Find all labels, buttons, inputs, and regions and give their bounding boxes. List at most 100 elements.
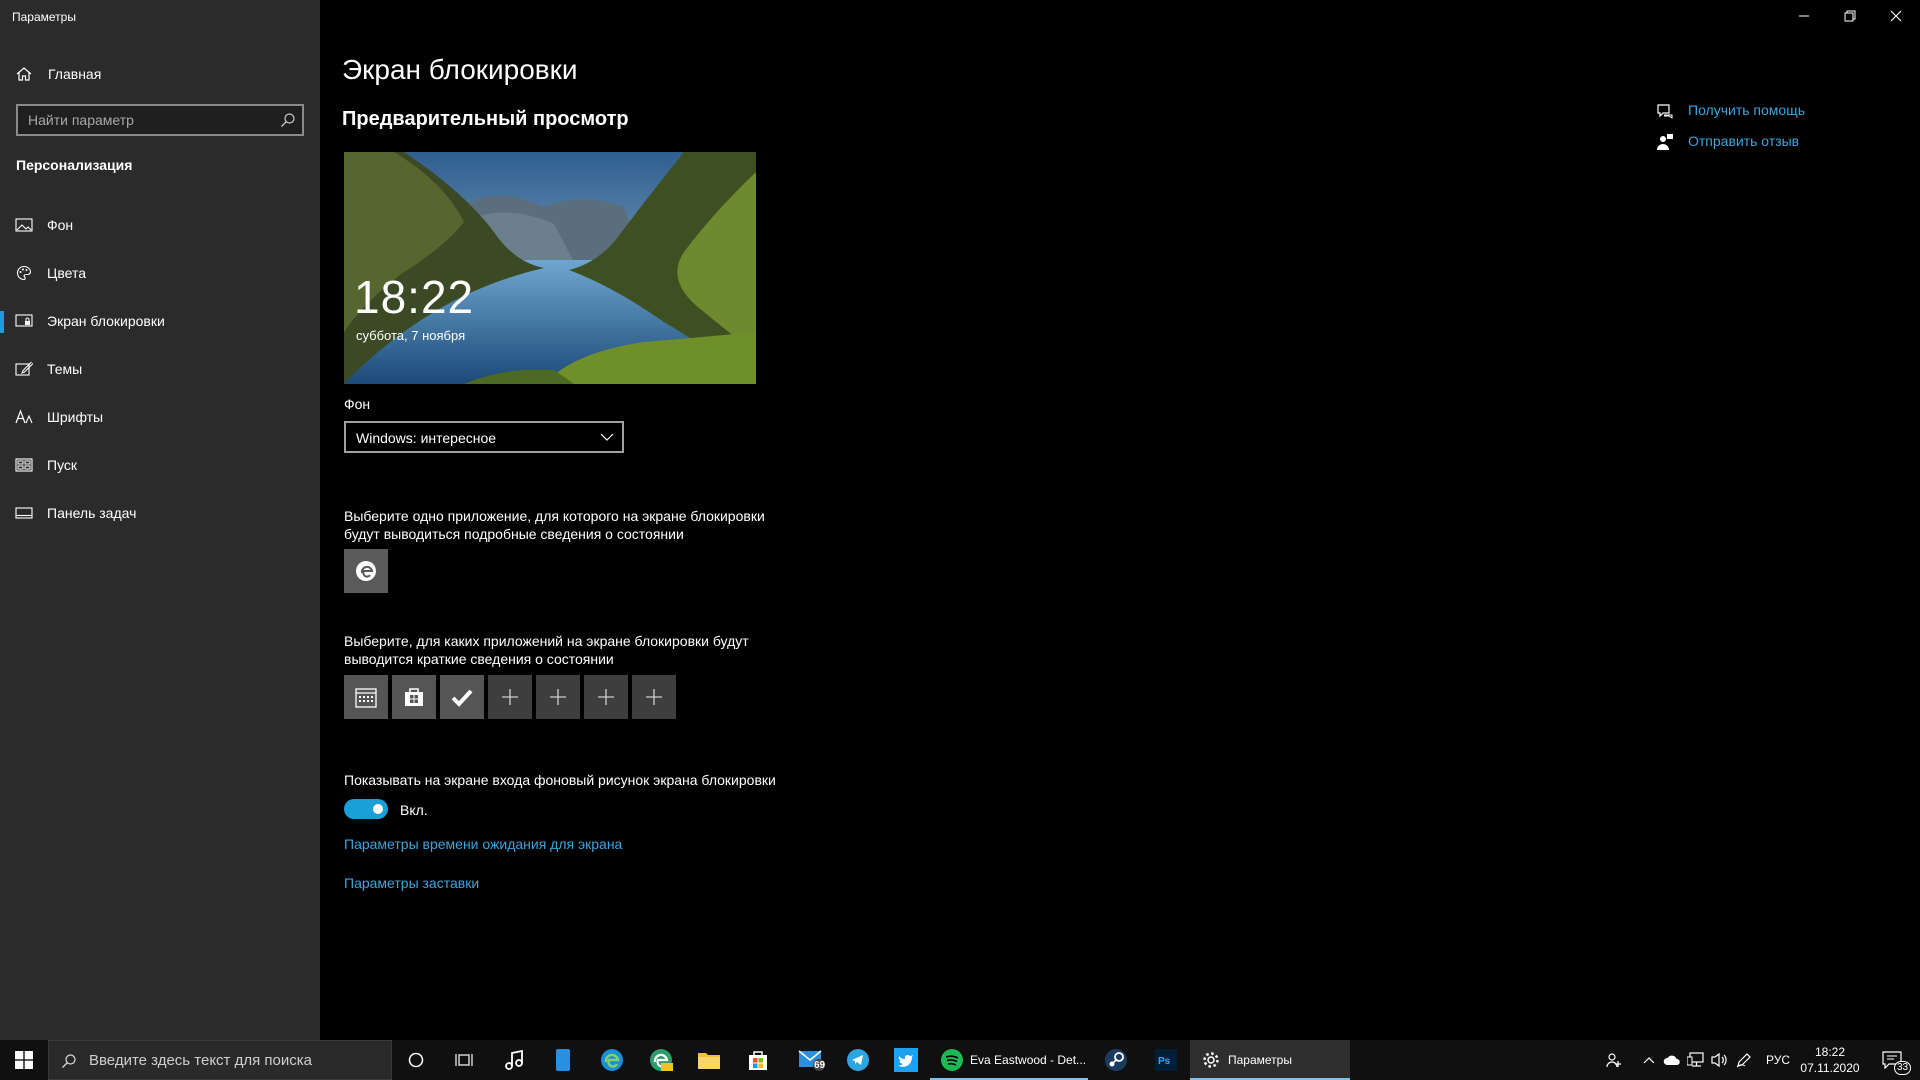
background-dropdown[interactable]: Windows: интересное: [344, 421, 624, 453]
cloud-icon: [1663, 1055, 1680, 1065]
task-view-button[interactable]: [440, 1040, 488, 1080]
clock-date: 07.11.2020: [1800, 1061, 1860, 1075]
taskbar-app-explorer[interactable]: [685, 1040, 733, 1080]
screensaver-link[interactable]: Параметры заставки: [344, 875, 479, 891]
home-nav-item[interactable]: Главная: [0, 58, 320, 88]
quick-status-tile-todo[interactable]: [440, 675, 484, 719]
chevron-down-icon: [600, 433, 614, 441]
feedback-icon: [1657, 134, 1673, 150]
preview-date: суббота, 7 ноября: [356, 328, 466, 343]
sidebar-item-label: Пуск: [47, 457, 78, 473]
background-dropdown-value: Windows: интересное: [356, 430, 497, 446]
network-tray[interactable]: [1684, 1040, 1708, 1080]
photoshop-icon: Ps: [1155, 1049, 1177, 1071]
home-icon: [16, 67, 32, 81]
taskbar-app-spotify[interactable]: Eva Eastwood - Det...: [930, 1040, 1088, 1080]
show-background-description: Показывать на экране входа фоновый рисун…: [344, 772, 776, 788]
taskbar-app-edge-canary[interactable]: [637, 1040, 685, 1080]
taskbar-app-steam[interactable]: [1092, 1040, 1140, 1080]
get-help-link[interactable]: Получить помощь: [1688, 102, 1805, 118]
home-label: Главная: [48, 66, 102, 82]
sidebar-item-start[interactable]: Пуск: [0, 445, 320, 485]
plus-icon: [550, 689, 566, 705]
start-button[interactable]: [0, 1040, 48, 1080]
onedrive-tray[interactable]: [1660, 1040, 1684, 1080]
taskbar-app-telegram[interactable]: [834, 1040, 882, 1080]
screen-timeout-link[interactable]: Параметры времени ожидания для экрана: [344, 836, 622, 852]
telegram-icon: [847, 1049, 869, 1071]
quick-status-description: Выберите, для каких приложений на экране…: [344, 633, 749, 667]
palette-icon: [16, 265, 32, 281]
sidebar-item-label: Темы: [47, 361, 83, 377]
show-background-toggle[interactable]: [344, 799, 388, 819]
toggle-state-label: Вкл.: [400, 802, 428, 818]
edge-icon: [356, 561, 376, 581]
action-center-button[interactable]: 33: [1870, 1040, 1914, 1080]
taskbar-clock[interactable]: 18:22 07.11.2020: [1796, 1044, 1864, 1076]
twitter-icon: [894, 1048, 918, 1072]
sidebar-item-lock-screen[interactable]: Экран блокировки: [0, 301, 320, 341]
settings-search-box[interactable]: [16, 104, 304, 136]
send-feedback-link[interactable]: Отправить отзыв: [1688, 133, 1799, 149]
quick-status-add-slot[interactable]: [488, 675, 532, 719]
sidebar-item-taskbar[interactable]: Панель задач: [0, 493, 320, 533]
pen-tray[interactable]: [1732, 1040, 1756, 1080]
taskbar-app-edge[interactable]: [588, 1040, 636, 1080]
detailed-status-description: Выберите одно приложение, для которого н…: [344, 508, 765, 542]
steam-icon: [1105, 1049, 1127, 1071]
search-icon[interactable]: [280, 112, 296, 128]
minimize-button[interactable]: [1781, 0, 1827, 32]
taskbar-app-mail[interactable]: 69: [788, 1040, 836, 1080]
navigation-pane: Параметры Главная Персонализация Фон Цве…: [0, 0, 320, 1040]
preview-time: 18:22: [354, 271, 475, 323]
taskbar-app-settings[interactable]: Параметры: [1190, 1040, 1350, 1080]
lock-screen-preview: 18:22 суббота, 7 ноября: [344, 152, 756, 384]
brush-icon: [15, 361, 33, 376]
sidebar-item-themes[interactable]: Темы: [0, 349, 320, 389]
edge-icon: [601, 1049, 623, 1071]
page-title: Экран блокировки: [342, 54, 578, 85]
quick-status-add-slot[interactable]: [536, 675, 580, 719]
quick-status-add-slot[interactable]: [632, 675, 676, 719]
sidebar-item-background[interactable]: Фон: [0, 205, 320, 245]
taskbar-app-music[interactable]: [490, 1040, 538, 1080]
restore-button[interactable]: [1827, 0, 1873, 32]
taskbar-app-photoshop[interactable]: Ps: [1142, 1040, 1190, 1080]
font-icon: [15, 409, 33, 424]
task-view-icon: [455, 1054, 473, 1066]
close-button[interactable]: [1873, 0, 1919, 32]
taskbar-app-twitter[interactable]: [882, 1040, 930, 1080]
folder-icon: [698, 1053, 720, 1069]
close-icon: [1890, 10, 1902, 22]
check-icon: [451, 689, 473, 707]
preview-heading: Предварительный просмотр: [342, 108, 629, 130]
plus-icon: [502, 689, 518, 705]
restore-icon: [1844, 10, 1856, 22]
settings-window-label: Параметры: [1228, 1053, 1292, 1067]
quick-status-tile-store[interactable]: [392, 675, 436, 719]
quick-status-tile-calendar[interactable]: [344, 675, 388, 719]
show-hidden-icons-button[interactable]: [1638, 1040, 1660, 1080]
people-button[interactable]: [1600, 1040, 1628, 1080]
svg-text:Ps: Ps: [1158, 1056, 1171, 1067]
settings-search-input[interactable]: [18, 106, 268, 134]
network-icon: [1687, 1052, 1704, 1067]
calendar-icon: [355, 688, 377, 708]
sidebar-item-fonts[interactable]: Шрифты: [0, 397, 320, 437]
sidebar-item-label: Цвета: [47, 265, 86, 281]
plus-icon: [646, 689, 662, 705]
start-icon: [15, 458, 33, 472]
speaker-icon: [1711, 1052, 1727, 1068]
taskbar-search-box[interactable]: Введите здесь текст для поиска: [48, 1040, 392, 1080]
cortana-icon: [408, 1052, 424, 1068]
cortana-button[interactable]: [392, 1040, 440, 1080]
detailed-status-app-tile[interactable]: [344, 549, 388, 593]
volume-tray[interactable]: [1708, 1040, 1732, 1080]
taskbar-app-phone[interactable]: [539, 1040, 587, 1080]
sidebar-item-colors[interactable]: Цвета: [0, 253, 320, 293]
taskbar-icon: [15, 507, 33, 519]
quick-status-add-slot[interactable]: [584, 675, 628, 719]
input-language-indicator[interactable]: РУС: [1760, 1040, 1796, 1080]
lock-screen-icon: [15, 314, 33, 327]
taskbar-app-store[interactable]: [734, 1040, 782, 1080]
